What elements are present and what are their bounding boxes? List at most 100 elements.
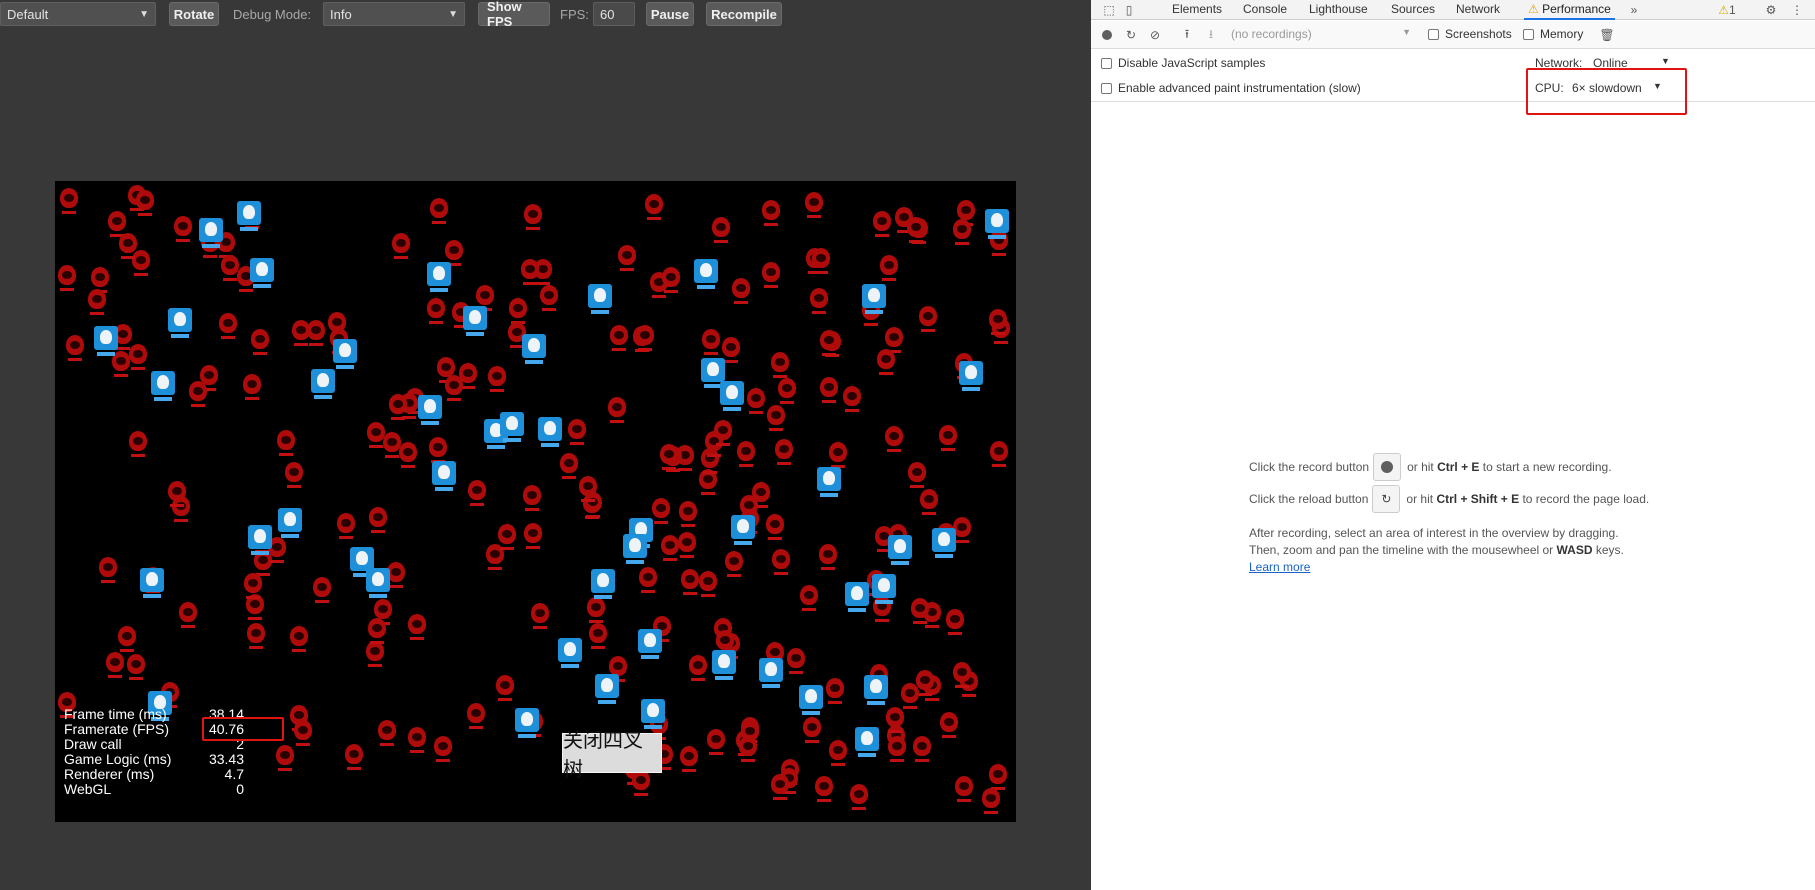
- cocos-logo-sprite: [720, 375, 744, 413]
- enemy-sprite: [710, 213, 732, 247]
- fps-input[interactable]: 60: [593, 2, 635, 26]
- enemy-sprite: [801, 713, 823, 747]
- reload-hint-text: Click the reload button: [1249, 491, 1369, 506]
- enemy-sprite: [390, 229, 412, 263]
- reload-icon[interactable]: ↻: [1123, 27, 1139, 43]
- stat-row: WebGL 0: [64, 782, 244, 797]
- tab-elements[interactable]: Elements: [1172, 0, 1222, 20]
- rotate-button[interactable]: Rotate: [169, 2, 219, 26]
- cocos-logo-sprite: [862, 278, 886, 316]
- record-icon[interactable]: [1099, 27, 1115, 43]
- tab-performance-label: Performance: [1542, 2, 1611, 16]
- enemy-sprite: [785, 644, 807, 678]
- devtools-panel: ⬚ ▯ Elements Console Lighthouse Sources …: [1091, 0, 1815, 890]
- enemy-sprite: [875, 345, 897, 379]
- debug-mode-select[interactable]: Info ▼: [323, 2, 465, 26]
- enemy-sprite: [494, 671, 516, 705]
- reload-hint-or: or hit: [1406, 491, 1434, 506]
- warning-count: 1: [1729, 3, 1736, 17]
- quadtree-toggle-button[interactable]: 关闭四叉树: [562, 728, 662, 781]
- gear-icon[interactable]: ⚙: [1763, 2, 1779, 18]
- disable-js-samples-checkbox[interactable]: [1101, 58, 1112, 69]
- record-shortcut: Ctrl + E: [1437, 459, 1480, 474]
- reload-button[interactable]: ↻: [1372, 485, 1401, 513]
- enemy-sprite: [343, 740, 365, 774]
- device-toolbar-icon[interactable]: ▯: [1121, 2, 1137, 18]
- tab-network[interactable]: Network: [1456, 0, 1500, 20]
- enemy-sprite: [917, 302, 939, 336]
- stat-value: 4.7: [224, 766, 244, 782]
- device-select[interactable]: Default ▼: [0, 2, 156, 26]
- enemy-sprite: [376, 716, 398, 750]
- cocos-logo-sprite: [731, 509, 755, 547]
- wasd-key: WASD: [1556, 543, 1593, 557]
- enemy-sprite: [311, 573, 333, 607]
- garbage-collect-icon[interactable]: 🗑: [1599, 27, 1615, 43]
- cpu-highlight-box: [1526, 68, 1687, 115]
- pause-button[interactable]: Pause: [646, 2, 694, 26]
- enemy-sprite: [290, 316, 312, 350]
- cocos-logo-sprite: [94, 320, 118, 358]
- fps-highlight-box: [202, 717, 284, 741]
- advanced-paint-label: Enable advanced paint instrumentation (s…: [1118, 81, 1361, 95]
- enemy-sprite: [116, 622, 138, 656]
- enemy-sprite: [406, 610, 428, 644]
- upload-icon[interactable]: ⭱: [1179, 27, 1195, 43]
- enemy-sprite: [705, 725, 727, 759]
- landing-line-4: Then, zoom and pan the timeline with the…: [1249, 542, 1624, 559]
- tab-performance[interactable]: ⚠ Performance: [1524, 0, 1615, 20]
- more-tabs-icon[interactable]: »: [1626, 2, 1642, 18]
- enemy-sprite: [275, 426, 297, 460]
- recordings-select[interactable]: (no recordings) ▼: [1231, 27, 1411, 43]
- enemy-sprite: [899, 679, 921, 713]
- tab-sources[interactable]: Sources: [1391, 0, 1435, 20]
- tab-console[interactable]: Console: [1243, 0, 1287, 20]
- enemy-sprite: [241, 370, 263, 404]
- landing-line-4-text: Then, zoom and pan the timeline with the…: [1249, 543, 1554, 557]
- enemy-sprite: [288, 622, 310, 656]
- enemy-sprite: [292, 716, 314, 750]
- download-icon[interactable]: ⭳: [1203, 27, 1219, 43]
- memory-checkbox[interactable]: [1523, 29, 1534, 40]
- enemy-sprite: [367, 503, 389, 537]
- enemy-sprite: [616, 241, 638, 275]
- kebab-menu-icon[interactable]: ⋮: [1789, 2, 1805, 18]
- enemy-sprite: [678, 742, 700, 776]
- enemy-sprite: [335, 509, 357, 543]
- enemy-sprite: [818, 326, 840, 360]
- enemy-sprite: [980, 784, 1002, 818]
- enemy-sprite: [387, 390, 409, 424]
- recompile-button[interactable]: Recompile: [706, 2, 782, 26]
- enemy-sprite: [760, 258, 782, 292]
- inspect-element-icon[interactable]: ⬚: [1101, 2, 1117, 18]
- enemy-sprite: [773, 435, 795, 469]
- enemy-sprite: [187, 377, 209, 411]
- cocos-logo-sprite: [888, 529, 912, 567]
- enemy-sprite: [97, 553, 119, 587]
- performance-toolbar: ↻ ⊘ ⭱ ⭳ (no recordings) ▼ Screenshots Me…: [1091, 21, 1815, 49]
- enemy-sprite: [381, 428, 403, 462]
- cocos-logo-sprite: [418, 389, 442, 427]
- record-button[interactable]: [1373, 453, 1402, 481]
- stat-label: Framerate (FPS): [64, 721, 170, 737]
- learn-more-link[interactable]: Learn more: [1249, 560, 1310, 574]
- cocos-logo-sprite: [638, 623, 662, 661]
- show-fps-button[interactable]: Show FPS: [478, 0, 550, 29]
- stat-value: 0: [236, 781, 244, 797]
- debug-mode-label: Debug Mode:: [233, 6, 312, 22]
- cocos-logo-sprite: [845, 576, 869, 614]
- clear-icon[interactable]: ⊘: [1147, 27, 1163, 43]
- tab-lighthouse[interactable]: Lighthouse: [1309, 0, 1368, 20]
- screenshots-checkbox[interactable]: [1428, 29, 1439, 40]
- cocos-logo-sprite: [333, 333, 357, 371]
- enemy-sprite: [723, 547, 745, 581]
- warning-count-badge[interactable]: ⚠ 1: [1713, 2, 1741, 18]
- enemy-sprite: [677, 497, 699, 531]
- cocos-logo-sprite: [817, 461, 841, 499]
- game-canvas[interactable]: Frame time (ms) 38.14 Framerate (FPS) 40.76…: [55, 181, 1016, 822]
- enemy-sprite: [871, 207, 893, 241]
- record-icon: [1381, 461, 1394, 473]
- advanced-paint-checkbox[interactable]: [1101, 83, 1112, 94]
- chevron-down-icon: ▼: [1402, 27, 1411, 37]
- cocos-logo-sprite: [250, 252, 274, 290]
